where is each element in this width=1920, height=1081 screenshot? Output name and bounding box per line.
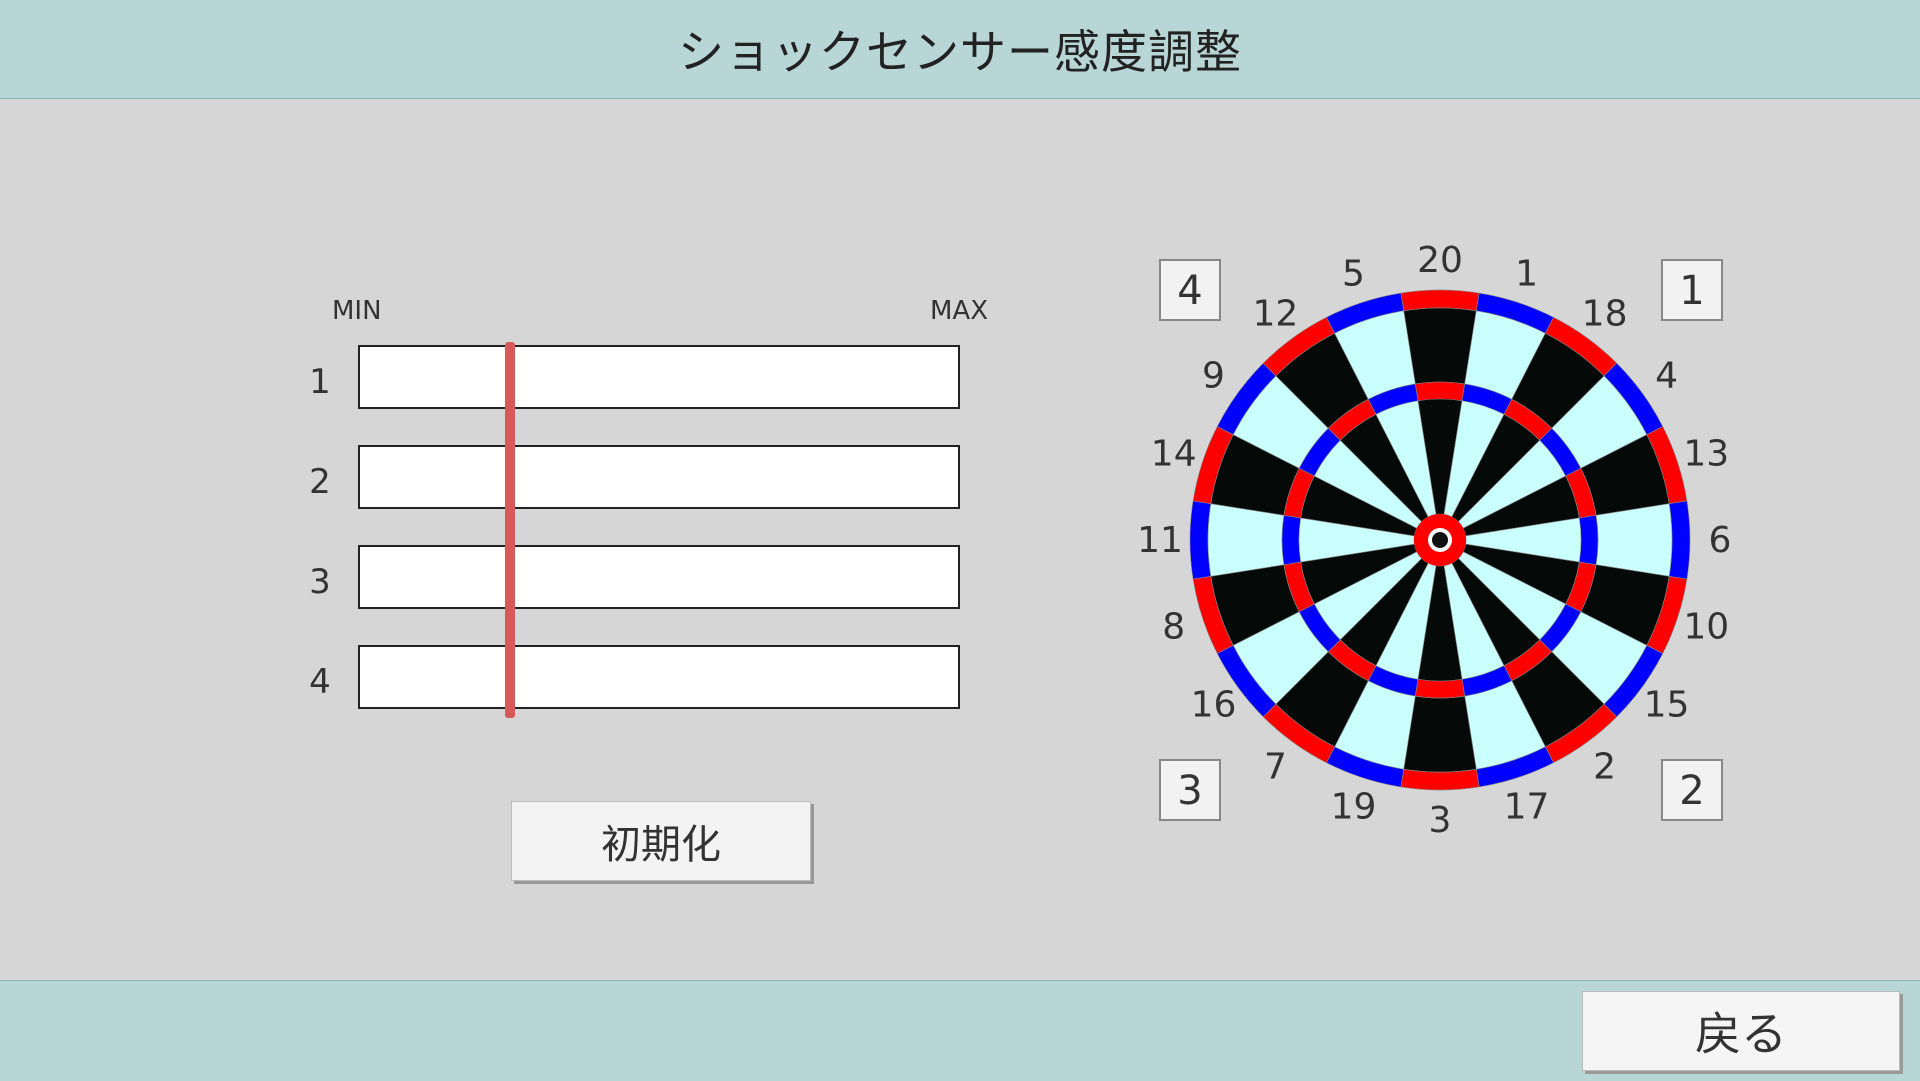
dartboard-number-3: 3	[1429, 800, 1452, 841]
dartboard-number-13: 13	[1683, 433, 1729, 474]
sensor-box-label: 2	[1679, 768, 1704, 814]
sensor-row-label-1: 1	[309, 362, 331, 402]
dartboard-number-19: 19	[1331, 786, 1377, 827]
header-bar: ショックセンサー感度調整	[0, 0, 1920, 99]
outer-single-segment-20	[1403, 307, 1477, 385]
dartboard-number-16: 16	[1191, 685, 1237, 726]
sensitivity-bar-2[interactable]	[358, 445, 960, 509]
triple-segment-6	[1578, 514, 1599, 566]
sensor-box-label: 3	[1177, 768, 1202, 814]
back-button[interactable]: 戻る	[1582, 991, 1900, 1071]
sensitivity-bar-3[interactable]	[358, 545, 960, 609]
footer-bar: 戻る	[0, 980, 1920, 1081]
sensitivity-bar-4[interactable]	[358, 645, 960, 709]
reset-button[interactable]: 初期化	[511, 801, 811, 881]
min-label: MIN	[332, 296, 382, 326]
dartboard-number-14: 14	[1151, 433, 1197, 474]
sensor-row-label-3: 3	[309, 562, 331, 602]
sensor-row-label-4: 4	[309, 662, 331, 702]
sensor-box-4[interactable]: 4	[1159, 259, 1221, 321]
sensor-box-2[interactable]: 2	[1661, 759, 1723, 821]
page-title: ショックセンサー感度調整	[678, 25, 1242, 79]
dartboard-number-1: 1	[1515, 254, 1538, 295]
sensor-box-label: 4	[1177, 268, 1202, 314]
dartboard-number-6: 6	[1709, 520, 1732, 561]
dartboard-number-9: 9	[1202, 355, 1225, 396]
dartboard-number-17: 17	[1504, 786, 1550, 827]
dartboard-number-10: 10	[1683, 607, 1729, 648]
outer-single-segment-11	[1207, 503, 1285, 577]
sensor-box-3[interactable]: 3	[1159, 759, 1221, 821]
sensor-row-label-2: 2	[309, 462, 331, 502]
triple-segment-20	[1414, 381, 1466, 402]
max-label: MAX	[930, 296, 989, 326]
sensitivity-bar-1[interactable]	[358, 345, 960, 409]
triple-segment-3	[1414, 678, 1466, 699]
dartboard: 20 11841361015217319716811149125 1 2 3 4	[1137, 240, 1732, 841]
dartboard-number-8: 8	[1162, 607, 1185, 648]
dartboard-number-4: 4	[1655, 355, 1678, 396]
dartboard-number-5: 5	[1342, 254, 1365, 295]
dartboard-number-12: 12	[1253, 293, 1299, 334]
dartboard-number-20: 20	[1417, 240, 1463, 281]
inner-bull	[1432, 532, 1448, 548]
sensor-box-1[interactable]: 1	[1661, 259, 1723, 321]
sensitivity-slider-handle[interactable]	[505, 342, 515, 718]
sensor-box-label: 1	[1679, 268, 1704, 314]
outer-single-segment-6	[1595, 503, 1673, 577]
dartboard-number-2: 2	[1593, 747, 1616, 788]
dartboard-number-15: 15	[1644, 685, 1690, 726]
dartboard-segments	[1189, 289, 1691, 791]
dartboard-number-7: 7	[1264, 747, 1287, 788]
outer-single-segment-3	[1403, 695, 1477, 773]
triple-segment-11	[1281, 514, 1302, 566]
dartboard-number-18: 18	[1582, 293, 1628, 334]
dartboard-number-11: 11	[1137, 520, 1183, 561]
